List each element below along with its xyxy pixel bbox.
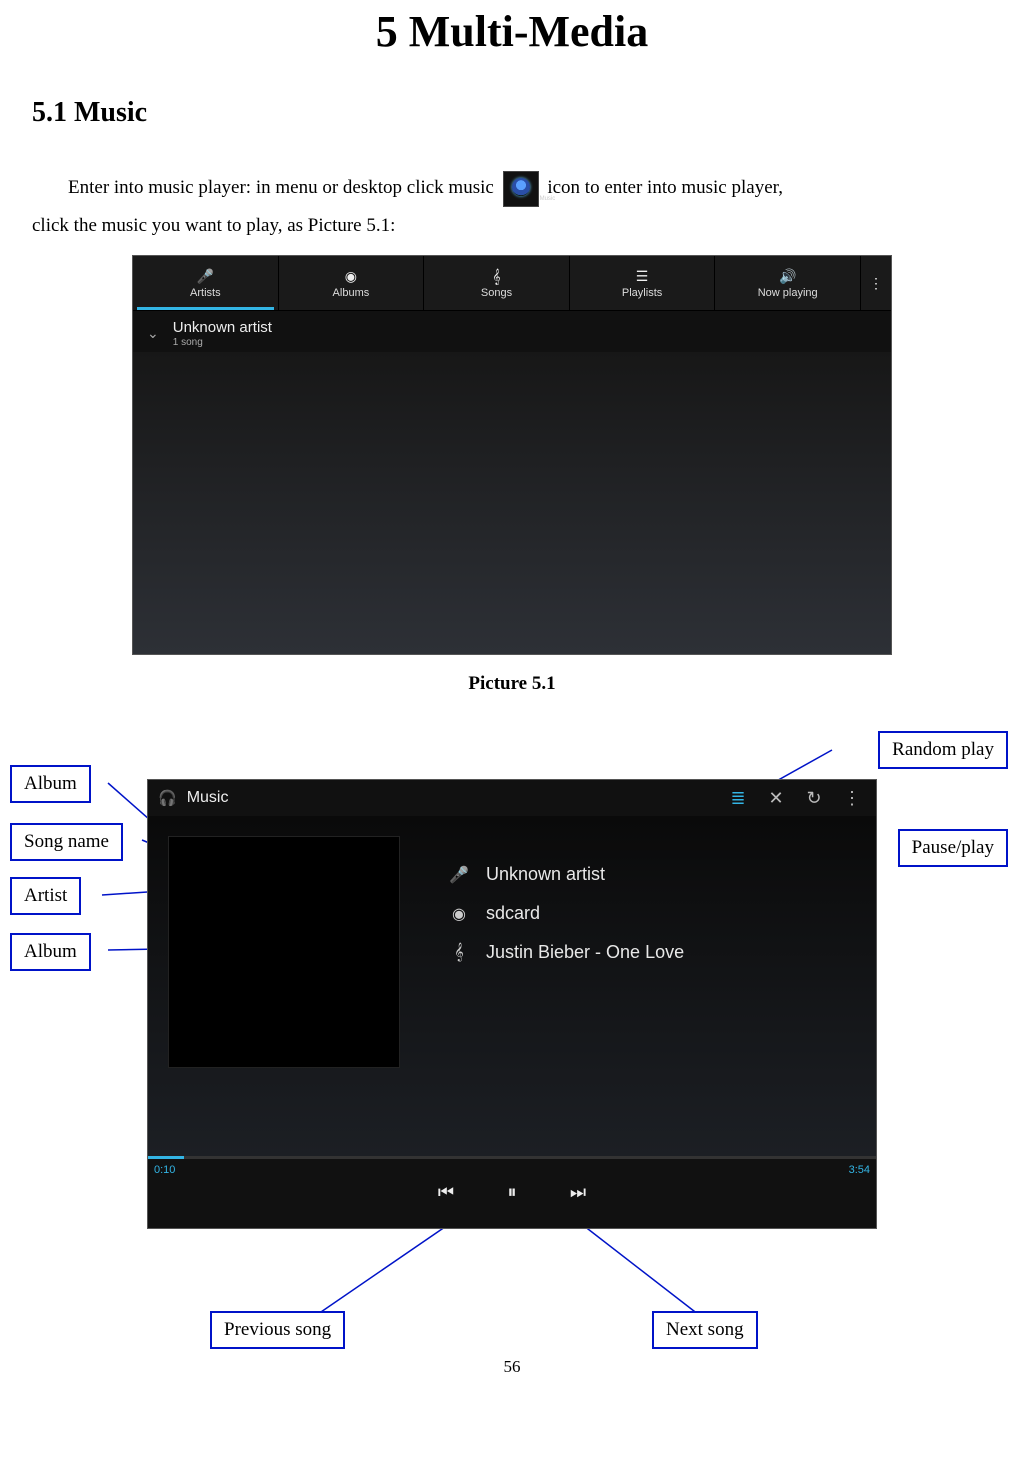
chapter-title: 5 Multi-Media <box>32 6 992 57</box>
tab-albums[interactable]: ◉ Albums <box>279 256 425 310</box>
player-bottom-bar: 0:10 3:54 ⏮ ⏸ ⏭ <box>148 1156 876 1228</box>
now-playing-topbar: 🎧 Music ≣ ✕ ↻ ⋮ <box>148 780 876 816</box>
shuffle-icon[interactable]: ✕ <box>762 788 790 809</box>
song-text: Justin Bieber - One Love <box>486 942 684 963</box>
callout-artist: Artist <box>10 877 81 915</box>
progress-bar[interactable] <box>148 1156 876 1159</box>
figure-5-1-caption: Picture 5.1 <box>32 673 992 695</box>
tab-artists[interactable]: 🎤 Artists <box>133 256 279 310</box>
progress-fill <box>148 1156 184 1159</box>
next-button[interactable]: ⏭ <box>568 1182 588 1203</box>
callout-song-name: Song name <box>10 823 123 861</box>
callout-next-song: Next song <box>652 1311 758 1349</box>
speaker-icon: 🔊 <box>779 267 797 285</box>
intro-text-1b: icon to enter into music player, <box>547 177 783 198</box>
disc-icon: ◉ <box>448 904 470 924</box>
app-title: Music <box>187 789 714 807</box>
intro-paragraph: Enter into music player: in menu or desk… <box>32 169 992 207</box>
tab-playlists[interactable]: ☰ Playlists <box>570 256 716 310</box>
disc-icon: ◉ <box>342 267 360 285</box>
treble-clef-icon: 𝄞 <box>487 267 505 285</box>
callout-album-bottom: Album <box>10 933 91 971</box>
player-controls: ⏮ ⏸ ⏭ <box>148 1182 876 1203</box>
tab-label: Artists <box>190 287 221 299</box>
more-icon: ⋮ <box>867 274 885 292</box>
list-icon: ☰ <box>633 267 651 285</box>
info-row-artist: 🎤 Unknown artist <box>448 864 856 885</box>
callout-pause-play: Pause/play <box>898 829 1008 867</box>
tab-now-playing[interactable]: 🔊 Now playing <box>715 256 861 310</box>
album-art[interactable] <box>168 836 400 1068</box>
section-title: 5.1 Music <box>32 97 992 129</box>
callout-album-top: Album <box>10 765 91 803</box>
now-playing-content: 🎤 Unknown artist ◉ sdcard 𝄞 Justin Biebe… <box>148 816 876 1156</box>
artist-song-count: 1 song <box>173 337 272 348</box>
overflow-menu[interactable]: ⋮ <box>861 256 891 310</box>
figure-5-2-screenshot: 🎧 Music ≣ ✕ ↻ ⋮ 🎤 Unknown artist ◉ sdcar… <box>147 779 877 1229</box>
tab-label: Songs <box>481 287 512 299</box>
info-row-song: 𝄞 Justin Bieber - One Love <box>448 942 856 963</box>
tab-songs[interactable]: 𝄞 Songs <box>424 256 570 310</box>
music-tabs: 🎤 Artists ◉ Albums 𝄞 Songs ☰ Playlists 🔊… <box>133 256 891 311</box>
music-app-icon <box>503 171 539 207</box>
microphone-icon: 🎤 <box>448 865 470 885</box>
microphone-icon: 🎤 <box>196 267 214 285</box>
intro-line2: click the music you want to play, as Pic… <box>32 207 992 245</box>
now-playing-info: 🎤 Unknown artist ◉ sdcard 𝄞 Justin Biebe… <box>448 846 856 981</box>
repeat-icon[interactable]: ↻ <box>800 788 828 809</box>
treble-clef-icon: 𝄞 <box>448 944 470 962</box>
empty-list-area <box>133 352 891 654</box>
artist-text: Unknown artist <box>486 864 605 885</box>
headphones-icon: 🎧 <box>158 789 177 807</box>
play-pause-button[interactable]: ⏸ <box>502 1182 522 1203</box>
figure-5-2-wrap: Album Song name Artist Album Random play… <box>32 725 992 1345</box>
tab-label: Albums <box>333 287 370 299</box>
artist-name: Unknown artist <box>173 319 272 336</box>
time-elapsed: 0:10 <box>154 1164 175 1176</box>
time-total: 3:54 <box>849 1164 870 1176</box>
overflow-icon[interactable]: ⋮ <box>838 788 866 809</box>
previous-button[interactable]: ⏮ <box>436 1182 456 1203</box>
tab-label: Now playing <box>758 287 818 299</box>
intro-text-1a: Enter into music player: in menu or desk… <box>68 177 499 198</box>
tab-label: Playlists <box>622 287 662 299</box>
callout-random-play: Random play <box>878 731 1008 769</box>
chevron-down-icon: ⌄ <box>147 325 159 342</box>
page-number: 56 <box>0 1357 1024 1377</box>
album-text: sdcard <box>486 903 540 924</box>
callout-previous-song: Previous song <box>210 1311 345 1349</box>
queue-icon[interactable]: ≣ <box>724 788 752 809</box>
figure-5-1-screenshot: 🎤 Artists ◉ Albums 𝄞 Songs ☰ Playlists 🔊… <box>132 255 892 655</box>
info-row-album: ◉ sdcard <box>448 903 856 924</box>
artist-list-item[interactable]: ⌄ Unknown artist 1 song <box>133 311 891 357</box>
